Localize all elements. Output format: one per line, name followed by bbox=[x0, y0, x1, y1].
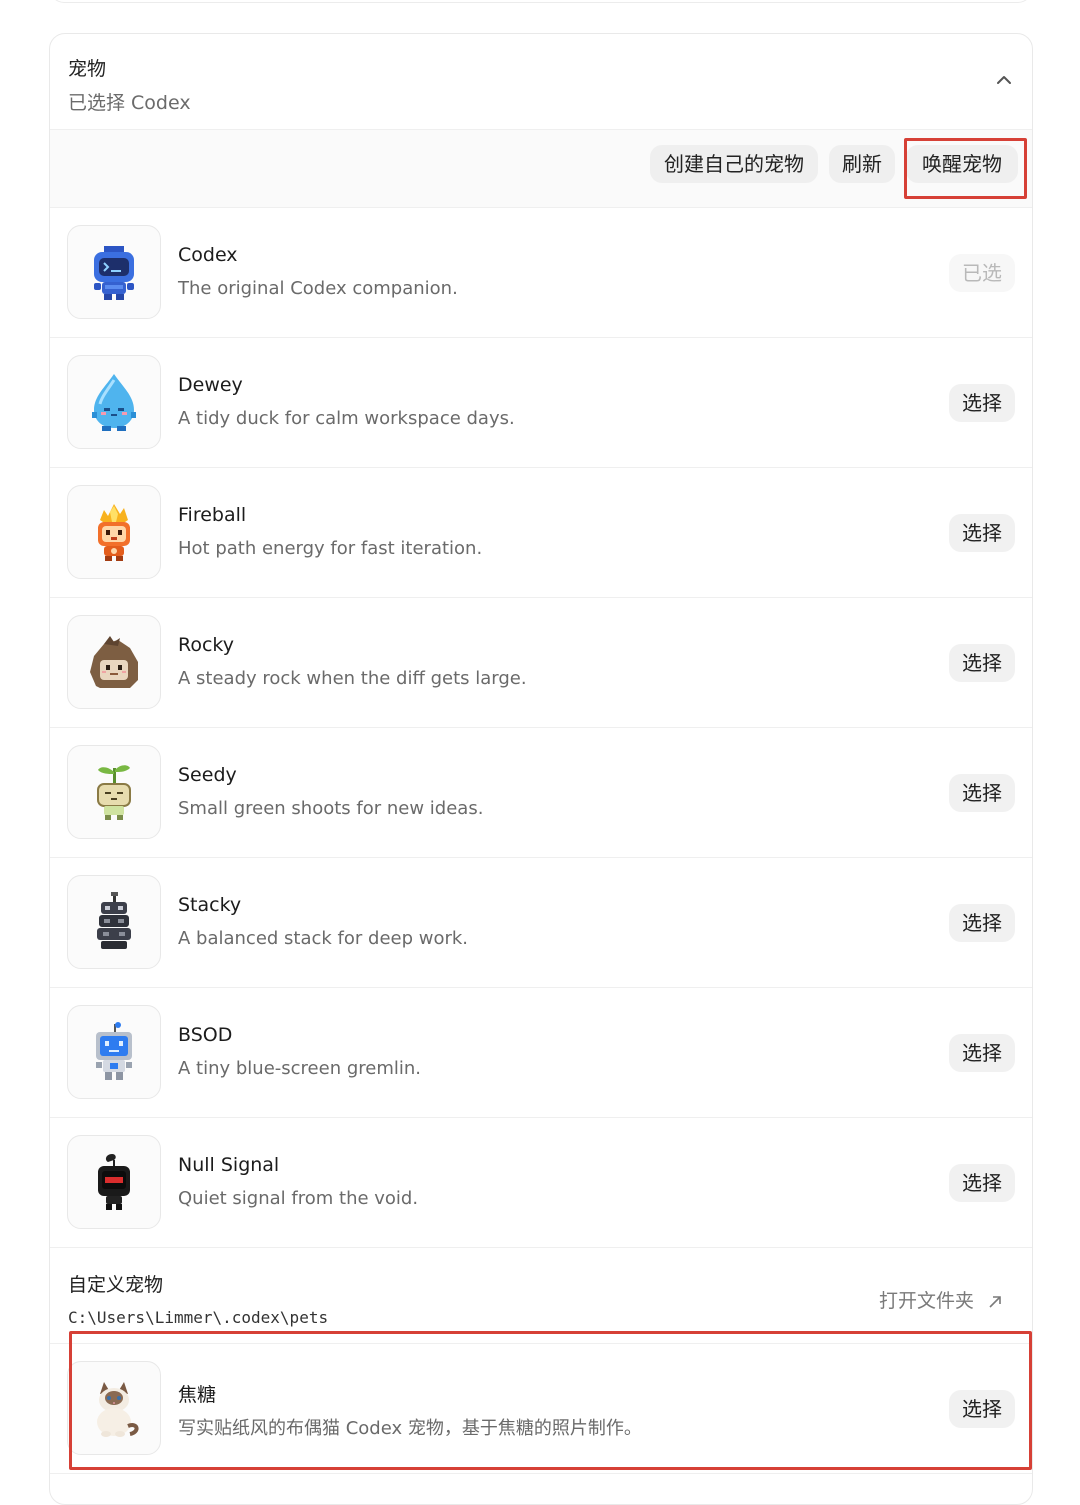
pet-name: Rocky bbox=[178, 634, 234, 656]
select-button[interactable]: 选择 bbox=[949, 1164, 1015, 1202]
pet-description: 写实贴纸风的布偶猫 Codex 宠物，基于焦糖的照片制作。 bbox=[178, 1418, 642, 1439]
null-signal-icon bbox=[98, 1154, 130, 1210]
pet-name: BSOD bbox=[178, 1024, 233, 1046]
select-button[interactable]: 选择 bbox=[949, 644, 1015, 682]
pet-row-rocky: Rocky A steady rock when the diff gets l… bbox=[50, 598, 1032, 728]
select-button[interactable]: 选择 bbox=[949, 1390, 1015, 1428]
pet-avatar bbox=[67, 1005, 161, 1099]
previous-panel-edge bbox=[50, 0, 1032, 3]
selected-button[interactable]: 已选 bbox=[949, 254, 1015, 292]
external-link-arrow-icon bbox=[989, 1295, 1001, 1308]
select-button[interactable]: 选择 bbox=[949, 904, 1015, 942]
rock-icon bbox=[90, 636, 138, 688]
pet-name: Dewey bbox=[178, 374, 243, 396]
pet-description: A tidy duck for calm workspace days. bbox=[178, 408, 515, 429]
stack-icon bbox=[97, 892, 131, 949]
pet-name: 焦糖 bbox=[178, 1384, 217, 1406]
sprout-icon bbox=[97, 765, 131, 820]
pet-description: A balanced stack for deep work. bbox=[178, 928, 469, 949]
pet-name: Null Signal bbox=[178, 1154, 280, 1176]
pet-description: A tiny blue-screen gremlin. bbox=[178, 1058, 422, 1079]
pet-row-fireball: Fireball Hot path energy for fast iterat… bbox=[50, 468, 1032, 598]
wake-pet-button[interactable]: 唤醒宠物 bbox=[906, 145, 1018, 183]
pet-name: Codex bbox=[178, 244, 238, 266]
fireball-icon bbox=[98, 504, 130, 561]
pet-description: Hot path energy for fast iteration. bbox=[178, 538, 483, 559]
pet-row-stacky: Stacky A balanced stack for deep work. 选… bbox=[50, 858, 1032, 988]
pet-name: Fireball bbox=[178, 504, 247, 526]
pet-description: Small green shoots for new ideas. bbox=[178, 798, 484, 819]
pet-row-bsod: BSOD A tiny blue-screen gremlin. 选择 bbox=[50, 988, 1032, 1118]
selected-pet-status: 已选择 Codex bbox=[68, 92, 191, 114]
panel-title: 宠物 bbox=[68, 58, 107, 80]
pet-row-caramel: 焦糖 写实贴纸风的布偶猫 Codex 宠物，基于焦糖的照片制作。 选择 bbox=[50, 1344, 1032, 1474]
blue-screen-robot-icon bbox=[96, 1022, 132, 1080]
select-button[interactable]: 选择 bbox=[949, 514, 1015, 552]
pet-avatar bbox=[67, 485, 161, 579]
water-drop-icon bbox=[92, 374, 136, 431]
ragdoll-cat-icon bbox=[97, 1382, 139, 1437]
chevron-up-icon[interactable] bbox=[994, 70, 1014, 90]
pet-avatar bbox=[67, 355, 161, 449]
pet-avatar bbox=[67, 1135, 161, 1229]
open-folder-label: 打开文件夹 bbox=[878, 1290, 974, 1312]
pet-row-seedy: Seedy Small green shoots for new ideas. … bbox=[50, 728, 1032, 858]
pet-description: Quiet signal from the void. bbox=[178, 1188, 419, 1209]
pet-row-null-signal: Null Signal Quiet signal from the void. … bbox=[50, 1118, 1032, 1248]
pet-avatar bbox=[67, 225, 161, 319]
select-button[interactable]: 选择 bbox=[949, 774, 1015, 812]
create-pet-button[interactable]: 创建自己的宠物 bbox=[650, 145, 818, 183]
codex-robot-icon bbox=[94, 246, 134, 300]
pet-name: Stacky bbox=[178, 894, 242, 916]
pet-row-codex: Codex The original Codex companion. 已选 bbox=[50, 208, 1032, 338]
custom-pets-section: 自定义宠物 C:\Users\Limmer\.codex\pets 打开文件夹 bbox=[50, 1248, 1032, 1344]
pet-avatar bbox=[67, 875, 161, 969]
pet-description: The original Codex companion. bbox=[178, 278, 458, 299]
pets-panel-header[interactable]: 宠物 已选择 Codex bbox=[50, 34, 1032, 130]
pet-row-dewey: Dewey A tidy duck for calm workspace day… bbox=[50, 338, 1032, 468]
refresh-button[interactable]: 刷新 bbox=[829, 145, 895, 183]
select-button[interactable]: 选择 bbox=[949, 384, 1015, 422]
pets-panel: 宠物 已选择 Codex 创建自己的宠物 刷新 唤醒宠物 Codex The o… bbox=[49, 33, 1033, 1505]
pet-avatar bbox=[67, 615, 161, 709]
pet-avatar bbox=[67, 1361, 161, 1455]
pet-avatar bbox=[67, 745, 161, 839]
select-button[interactable]: 选择 bbox=[949, 1034, 1015, 1072]
open-folder-link[interactable]: 打开文件夹 bbox=[879, 1286, 1002, 1313]
pet-description: A steady rock when the diff gets large. bbox=[178, 668, 527, 689]
custom-pets-title: 自定义宠物 bbox=[68, 1274, 164, 1296]
pet-name: Seedy bbox=[178, 764, 237, 786]
pets-toolbar: 创建自己的宠物 刷新 唤醒宠物 bbox=[50, 130, 1032, 208]
custom-pets-path: C:\Users\Limmer\.codex\pets bbox=[68, 1308, 329, 1327]
